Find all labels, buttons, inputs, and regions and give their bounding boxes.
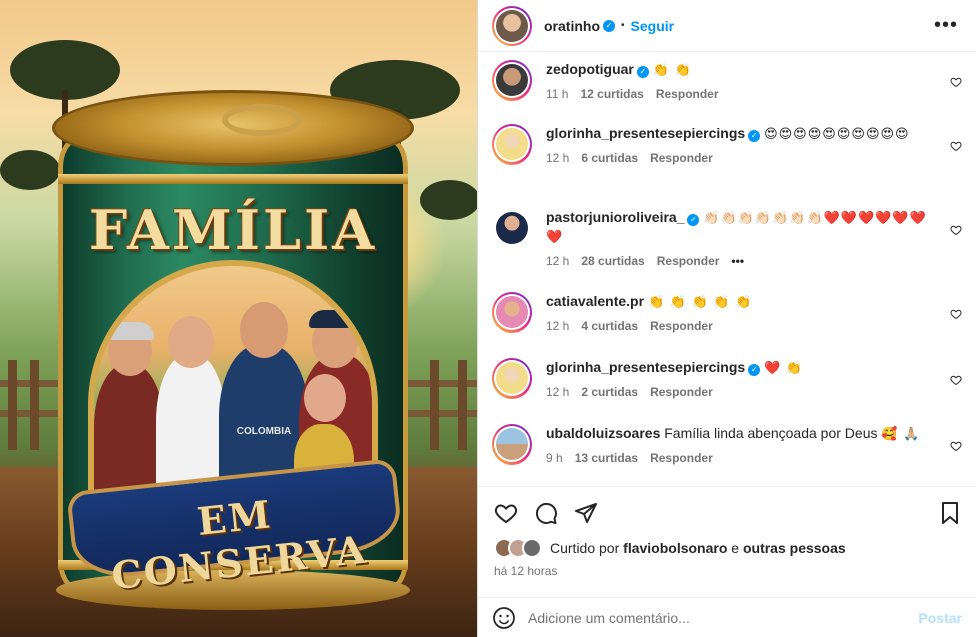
comment-username[interactable]: pastorjunioroliveira_ bbox=[546, 209, 684, 225]
verified-badge-icon: ✓ bbox=[603, 19, 615, 32]
share-send-icon[interactable] bbox=[574, 501, 598, 525]
comment-time[interactable]: 12 h bbox=[546, 254, 569, 268]
comment-item: pastorjunioroliveira_ ✓ 👏🏻👏🏻👏🏻👏🏻👏🏻👏🏻👏🏻❤️❤… bbox=[492, 208, 962, 268]
reply-button[interactable]: Responder bbox=[650, 319, 713, 333]
comment-item: catiavalente.pr 👏 👏 👏 👏 👏 12 h 4 curtidas… bbox=[492, 292, 962, 333]
commenter-avatar[interactable] bbox=[492, 208, 532, 268]
post-timestamp[interactable]: há 12 horas bbox=[494, 564, 557, 578]
comment-likes[interactable]: 4 curtidas bbox=[581, 319, 638, 333]
like-comment-icon[interactable] bbox=[950, 224, 962, 236]
comment-username[interactable]: glorinha_presentesepiercings bbox=[546, 125, 745, 141]
pull-tab-ring bbox=[222, 104, 302, 136]
comment-options-icon[interactable]: ••• bbox=[731, 254, 744, 268]
like-comment-icon[interactable] bbox=[950, 76, 962, 88]
comment-bubble-icon[interactable] bbox=[534, 501, 558, 525]
comments-panel: oratinho ✓ • Seguir ••• zedopotiguar ✓ 👏 … bbox=[477, 0, 976, 637]
comment-item: glorinha_presentesepiercings ✓ 😍😍😍😍😍😍😍😍😍😍… bbox=[492, 124, 962, 165]
comment-likes[interactable]: 13 curtidas bbox=[575, 451, 638, 465]
post-modal: COLOMBIA FAMÍLIA EM CONSERVA oratinho ✓ bbox=[0, 0, 976, 637]
comment-time[interactable]: 12 h bbox=[546, 319, 569, 333]
comment-item: glorinha_presentesepiercings ✓ ❤️ 👏 12 h 2… bbox=[492, 358, 962, 399]
commenter-avatar[interactable] bbox=[492, 124, 532, 165]
verified-badge-icon: ✓ bbox=[636, 66, 649, 78]
like-heart-icon[interactable] bbox=[494, 501, 518, 525]
author-avatar[interactable] bbox=[492, 5, 532, 46]
comment-emojis: 👏 👏 👏 👏 👏 bbox=[647, 294, 753, 309]
commenter-avatar[interactable] bbox=[492, 358, 532, 399]
cap bbox=[309, 310, 361, 328]
title-familia: FAMÍLIA bbox=[88, 198, 378, 262]
save-bookmark-icon[interactable] bbox=[938, 501, 962, 525]
reply-button[interactable]: Responder bbox=[650, 151, 713, 165]
liked-by-prefix: Curtido por bbox=[550, 540, 620, 556]
author-username[interactable]: oratinho bbox=[544, 18, 600, 34]
comment-username[interactable]: zedopotiguar bbox=[546, 61, 634, 77]
separator-dot: • bbox=[621, 20, 625, 31]
comment-item: zedopotiguar ✓ 👏 👏 11 h 12 curtidas Respond… bbox=[492, 60, 962, 101]
tree bbox=[420, 180, 477, 220]
liked-by-user[interactable]: flaviobolsonaro bbox=[623, 540, 727, 556]
comment-username[interactable]: glorinha_presentesepiercings bbox=[546, 359, 745, 375]
can-band bbox=[58, 174, 408, 184]
tree bbox=[0, 150, 60, 190]
comment-time[interactable]: 11 h bbox=[546, 87, 568, 101]
reply-button[interactable]: Responder bbox=[656, 87, 719, 101]
follow-button[interactable]: Seguir bbox=[631, 18, 675, 34]
emoji-icon[interactable] bbox=[492, 606, 516, 630]
person-head bbox=[304, 374, 346, 422]
like-comment-icon[interactable] bbox=[950, 140, 962, 152]
post-header: oratinho ✓ • Seguir ••• bbox=[478, 0, 976, 52]
tin-can: COLOMBIA FAMÍLIA EM CONSERVA bbox=[52, 90, 414, 610]
reply-button[interactable]: Responder bbox=[657, 254, 720, 268]
commenter-avatar[interactable] bbox=[492, 292, 532, 333]
comment-username[interactable]: catiavalente.pr bbox=[546, 293, 644, 309]
commenter-avatar[interactable] bbox=[492, 60, 532, 101]
comment-composer: Adicione um comentário... Postar bbox=[478, 597, 976, 637]
shirt-text: COLOMBIA bbox=[236, 426, 292, 437]
comment-time[interactable]: 12 h bbox=[546, 385, 569, 399]
post-image[interactable]: COLOMBIA FAMÍLIA EM CONSERVA bbox=[0, 0, 477, 637]
liked-by-others[interactable]: outras pessoas bbox=[743, 540, 846, 556]
comment-likes[interactable]: 12 curtidas bbox=[580, 87, 643, 101]
comment-input[interactable]: Adicione um comentário... bbox=[528, 610, 918, 626]
comment-emojis: 🥰 🙏🏼 bbox=[881, 426, 921, 441]
commenter-avatar[interactable] bbox=[492, 424, 532, 465]
cap bbox=[106, 322, 154, 340]
reply-button[interactable]: Responder bbox=[650, 385, 713, 399]
comment-username[interactable]: ubaldoluizsoares bbox=[546, 425, 660, 441]
liked-by-joiner: e bbox=[731, 540, 740, 556]
comment-item: ubaldoluizsoares Família linda abençoada… bbox=[492, 424, 962, 465]
reply-button[interactable]: Responder bbox=[650, 451, 713, 465]
verified-badge-icon: ✓ bbox=[748, 364, 761, 376]
like-comment-icon[interactable] bbox=[950, 440, 962, 452]
comment-likes[interactable]: 6 curtidas bbox=[581, 151, 638, 165]
like-comment-icon[interactable] bbox=[950, 308, 962, 320]
like-comment-icon[interactable] bbox=[950, 374, 962, 386]
liker-avatar[interactable] bbox=[522, 538, 542, 558]
post-comment-button[interactable]: Postar bbox=[918, 610, 962, 626]
liked-by: Curtido por flaviobolsonaro e outras pes… bbox=[494, 538, 846, 558]
person-head bbox=[240, 302, 288, 358]
person-head bbox=[168, 316, 214, 368]
comment-likes[interactable]: 2 curtidas bbox=[581, 385, 638, 399]
verified-badge-icon: ✓ bbox=[687, 214, 700, 226]
comment-time[interactable]: 9 h bbox=[546, 451, 563, 465]
comment-likes[interactable]: 28 curtidas bbox=[581, 254, 644, 268]
action-bar bbox=[478, 486, 976, 536]
comment-emojis: ❤️ 👏 bbox=[764, 360, 804, 375]
comment-text: Família linda abençoada por Deus bbox=[664, 425, 878, 441]
comment-time[interactable]: 12 h bbox=[546, 151, 569, 165]
comment-emojis: 😍😍😍😍😍😍😍😍😍😍 bbox=[764, 126, 910, 141]
verified-badge-icon: ✓ bbox=[748, 130, 761, 142]
more-options-icon[interactable]: ••• bbox=[934, 15, 958, 35]
comment-emojis: 👏 👏 bbox=[652, 62, 692, 77]
